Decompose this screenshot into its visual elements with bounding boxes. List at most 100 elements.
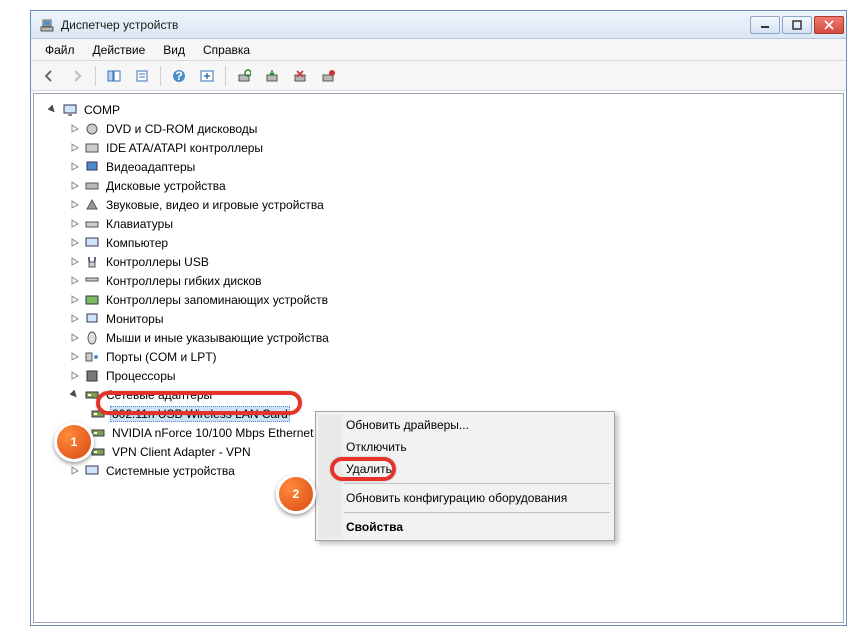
expand-icon[interactable] [68,161,80,173]
expand-icon[interactable] [68,199,80,211]
device-label: 802.11n USB Wireless LAN Card [110,406,290,422]
expand-icon[interactable] [68,180,80,192]
toolbar-sep [225,66,226,86]
tree-category[interactable]: Контроллеры запоминающих устройств [38,290,839,309]
category-icon [84,121,100,137]
nav-back-button[interactable] [37,64,61,88]
category-label: Звуковые, видео и игровые устройства [104,198,326,212]
category-label: Сетевые адаптеры [104,388,214,402]
system-icon [84,463,100,479]
category-icon [84,178,100,194]
toolbar-sep [95,66,96,86]
ctx-scan-hardware[interactable]: Обновить конфигурацию оборудования [318,487,612,509]
tree-category[interactable]: Контроллеры USB [38,252,839,271]
ctx-label: Отключить [346,440,407,454]
uninstall-button[interactable] [288,64,312,88]
expand-icon[interactable] [68,465,80,477]
tree-panel: COMP DVD и CD-ROM дисководы IDE ATA/ATAPI… [33,93,844,623]
category-label: Контроллеры запоминающих устройств [104,293,330,307]
category-label: Компьютер [104,236,170,250]
category-icon [84,273,100,289]
menu-help[interactable]: Справка [195,41,258,59]
ctx-separator [344,512,610,513]
category-label: Мыши и иные указывающие устройства [104,331,331,345]
tree-category[interactable]: Процессоры [38,366,839,385]
menu-file[interactable]: Файл [37,41,83,59]
tree-category[interactable]: Мыши и иные указывающие устройства [38,328,839,347]
tree-category[interactable]: Порты (COM и LPT) [38,347,839,366]
ctx-label: Обновить конфигурацию оборудования [346,491,567,505]
menu-action[interactable]: Действие [85,41,154,59]
ctx-label: Обновить драйверы... [346,418,469,432]
category-label: Порты (COM и LPT) [104,350,219,364]
ctx-disable[interactable]: Отключить [318,436,612,458]
tree-category[interactable]: DVD и CD-ROM дисководы [38,119,839,138]
expand-icon[interactable] [68,351,80,363]
category-label: DVD и CD-ROM дисководы [104,122,259,136]
properties-button[interactable] [130,64,154,88]
expand-icon[interactable] [68,123,80,135]
nav-forward-button[interactable] [65,64,89,88]
minimize-button[interactable] [750,16,780,34]
window-title: Диспетчер устройств [61,18,750,32]
category-icon [84,197,100,213]
collapse-icon[interactable] [68,389,80,401]
tree-category[interactable]: Клавиатуры [38,214,839,233]
update-driver-button[interactable] [260,64,284,88]
expand-icon[interactable] [68,256,80,268]
scan-hw-button[interactable] [232,64,256,88]
tree-category-network[interactable]: Сетевые адаптеры [38,385,839,404]
category-label: Видеоадаптеры [104,160,197,174]
collapse-icon[interactable] [46,104,58,116]
menubar: Файл Действие Вид Справка [31,39,846,61]
category-icon [84,311,100,327]
category-icon [84,254,100,270]
menu-view[interactable]: Вид [155,41,193,59]
app-icon [39,17,55,33]
expand-icon[interactable] [68,218,80,230]
tree-category[interactable]: Видеоадаптеры [38,157,839,176]
expand-icon[interactable] [68,370,80,382]
category-label: Мониторы [104,312,165,326]
ctx-properties[interactable]: Свойства [318,516,612,538]
action-button[interactable] [195,64,219,88]
close-button[interactable] [814,16,844,34]
ctx-label: Свойства [346,520,403,534]
category-label: Контроллеры гибких дисков [104,274,264,288]
disable-button[interactable] [316,64,340,88]
ctx-update-drivers[interactable]: Обновить драйверы... [318,414,612,436]
category-icon [84,140,100,156]
expand-icon[interactable] [68,142,80,154]
tree-category[interactable]: Дисковые устройства [38,176,839,195]
tree-category[interactable]: Мониторы [38,309,839,328]
ctx-uninstall[interactable]: Удалить [318,458,612,480]
expand-icon[interactable] [68,332,80,344]
category-label: Системные устройства [104,464,237,478]
ctx-separator [344,483,610,484]
titlebar[interactable]: Диспетчер устройств [31,11,846,39]
tree-category[interactable]: Звуковые, видео и игровые устройства [38,195,839,214]
expand-icon[interactable] [68,275,80,287]
help-button[interactable]: ? [167,64,191,88]
network-icon [84,387,100,403]
tree-category[interactable]: Контроллеры гибких дисков [38,271,839,290]
tree-category[interactable]: IDE ATA/ATAPI контроллеры [38,138,839,157]
toolbar: ? [31,61,846,91]
show-hide-tree-button[interactable] [102,64,126,88]
category-label: Контроллеры USB [104,255,211,269]
category-icon [84,216,100,232]
category-label: Дисковые устройства [104,179,228,193]
tree-root[interactable]: COMP [38,100,839,119]
tree-category[interactable]: Компьютер [38,233,839,252]
expand-icon[interactable] [68,294,80,306]
expand-icon[interactable] [68,313,80,325]
expand-icon[interactable] [68,237,80,249]
nic-icon [90,406,106,422]
device-label: VPN Client Adapter - VPN [110,445,253,459]
context-menu: Обновить драйверы... Отключить Удалить О… [315,411,615,541]
category-icon [84,159,100,175]
svg-text:?: ? [175,69,182,83]
maximize-button[interactable] [782,16,812,34]
category-label: Клавиатуры [104,217,175,231]
toolbar-sep [160,66,161,86]
